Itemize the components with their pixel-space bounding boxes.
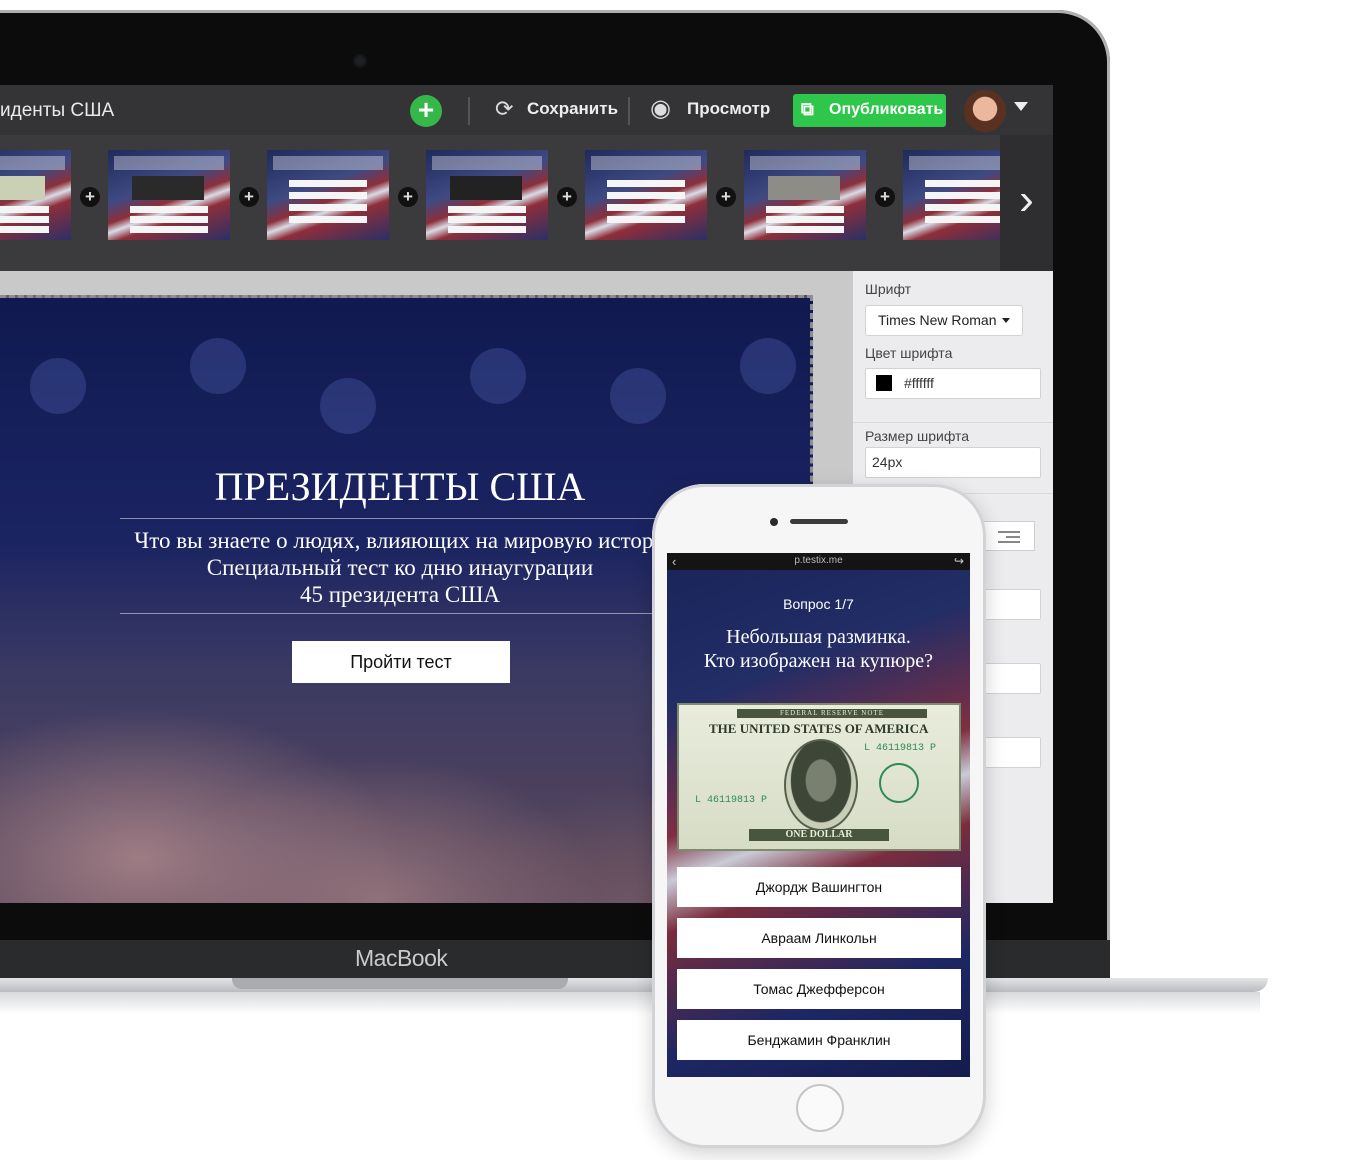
publish-button[interactable]: ⧉ Опубликовать (793, 94, 946, 127)
toolbar-divider (468, 97, 470, 125)
slide-thumbnail[interactable] (267, 150, 389, 240)
answer-option[interactable]: Бенджамин Франклин (677, 1020, 961, 1060)
macbook-base (0, 978, 1268, 992)
answer-option[interactable]: Томас Джефферсон (677, 969, 961, 1009)
url-text[interactable]: p.testix.me (667, 555, 970, 566)
phone-speaker (790, 519, 848, 524)
washington-portrait (784, 739, 858, 831)
bill-serial: L 46119813 P (695, 795, 768, 806)
answer-option[interactable]: Джордж Вашингтон (677, 867, 961, 907)
browser-bar: ‹ p.testix.me ↪ (667, 553, 970, 570)
title-divider (120, 518, 680, 519)
slide-thumbnail[interactable] (426, 150, 548, 240)
color-swatch[interactable] (876, 375, 892, 391)
save-icon[interactable]: ⟳ (495, 96, 513, 122)
font-family-value: Times New Roman (878, 312, 997, 328)
save-button[interactable]: Сохранить (527, 99, 618, 119)
project-title[interactable]: идeнты США (0, 100, 114, 122)
font-color-value: #ffffff (904, 375, 934, 391)
eye-icon[interactable]: ◉ (650, 94, 671, 123)
panel-divider (853, 422, 1053, 423)
slide-thumbnail[interactable] (108, 150, 230, 240)
question-text: Небольшая разминка. (726, 626, 911, 648)
slide-strip: + + + + + + › (0, 135, 1053, 271)
question-text: Кто изображен на купюре? (703, 650, 934, 672)
treasury-seal (879, 763, 919, 803)
editor-toolbar: идeнты США + ⟳ Сохранить ◉ Просмотр ⧉ Оп… (0, 85, 1053, 135)
font-size-field[interactable]: 24px (865, 447, 1041, 478)
phone-camera (770, 518, 778, 526)
macbook-notch (232, 978, 568, 989)
font-color-field[interactable]: #ffffff (865, 368, 1041, 399)
question-counter: Вопрос 1/7 (783, 596, 854, 612)
home-button[interactable] (796, 1084, 844, 1132)
font-size-label: Размер шрифта (865, 428, 970, 444)
answer-option[interactable]: Авраам Линкольн (677, 918, 961, 958)
align-right-button[interactable] (983, 521, 1035, 551)
preview-button[interactable]: Просмотр (687, 99, 770, 119)
slide-thumbnail[interactable] (744, 150, 866, 240)
publish-label: Опубликовать (829, 101, 944, 118)
chevron-down-icon[interactable] (1014, 102, 1028, 111)
insert-slide-icon[interactable]: + (557, 187, 577, 207)
font-size-value: 24px (872, 454, 903, 470)
bill-denomination: ONE DOLLAR (749, 829, 889, 841)
macbook-shadow (0, 992, 1260, 1014)
insert-slide-icon[interactable]: + (398, 187, 418, 207)
font-color-label: Цвет шрифта (865, 345, 953, 361)
toolbar-divider (628, 97, 630, 125)
share-icon[interactable]: ↪ (954, 554, 964, 568)
font-family-select[interactable]: Times New Roman (865, 305, 1023, 336)
font-label: Шрифт (865, 281, 912, 297)
settings-field[interactable] (983, 589, 1041, 620)
macbook-logo: MacBook (355, 945, 448, 971)
settings-field[interactable] (983, 737, 1041, 768)
macbook-camera (355, 56, 365, 66)
phone-screen: ‹ p.testix.me ↪ Вопрос 1/7 Небольшая раз… (667, 553, 970, 1077)
bill-serial: L 46119813 P (864, 743, 937, 754)
slide-thumbnail[interactable] (0, 150, 71, 240)
bill-band-text: FEDERAL RESERVE NOTE (737, 709, 927, 718)
start-quiz-button[interactable]: Пройти тест (292, 641, 510, 683)
slide-thumbnail[interactable] (585, 150, 707, 240)
insert-slide-icon[interactable]: + (239, 187, 259, 207)
settings-field[interactable] (983, 663, 1041, 694)
insert-slide-icon[interactable]: + (875, 187, 895, 207)
external-link-icon: ⧉ (801, 99, 814, 119)
iphone-frame: ‹ p.testix.me ↪ Вопрос 1/7 Небольшая раз… (652, 484, 986, 1148)
user-avatar[interactable] (964, 90, 1006, 132)
caret-down-icon (1002, 318, 1010, 323)
add-slide-button[interactable]: + (410, 95, 442, 127)
bill-title: THE UNITED STATES OF AMERICA (709, 721, 929, 736)
subtitle-divider (120, 613, 680, 614)
dollar-bill-image: FEDERAL RESERVE NOTE THE UNITED STATES O… (677, 703, 961, 851)
insert-slide-icon[interactable]: + (80, 187, 100, 207)
chevron-right-icon[interactable]: › (1000, 135, 1053, 271)
insert-slide-icon[interactable]: + (716, 187, 736, 207)
